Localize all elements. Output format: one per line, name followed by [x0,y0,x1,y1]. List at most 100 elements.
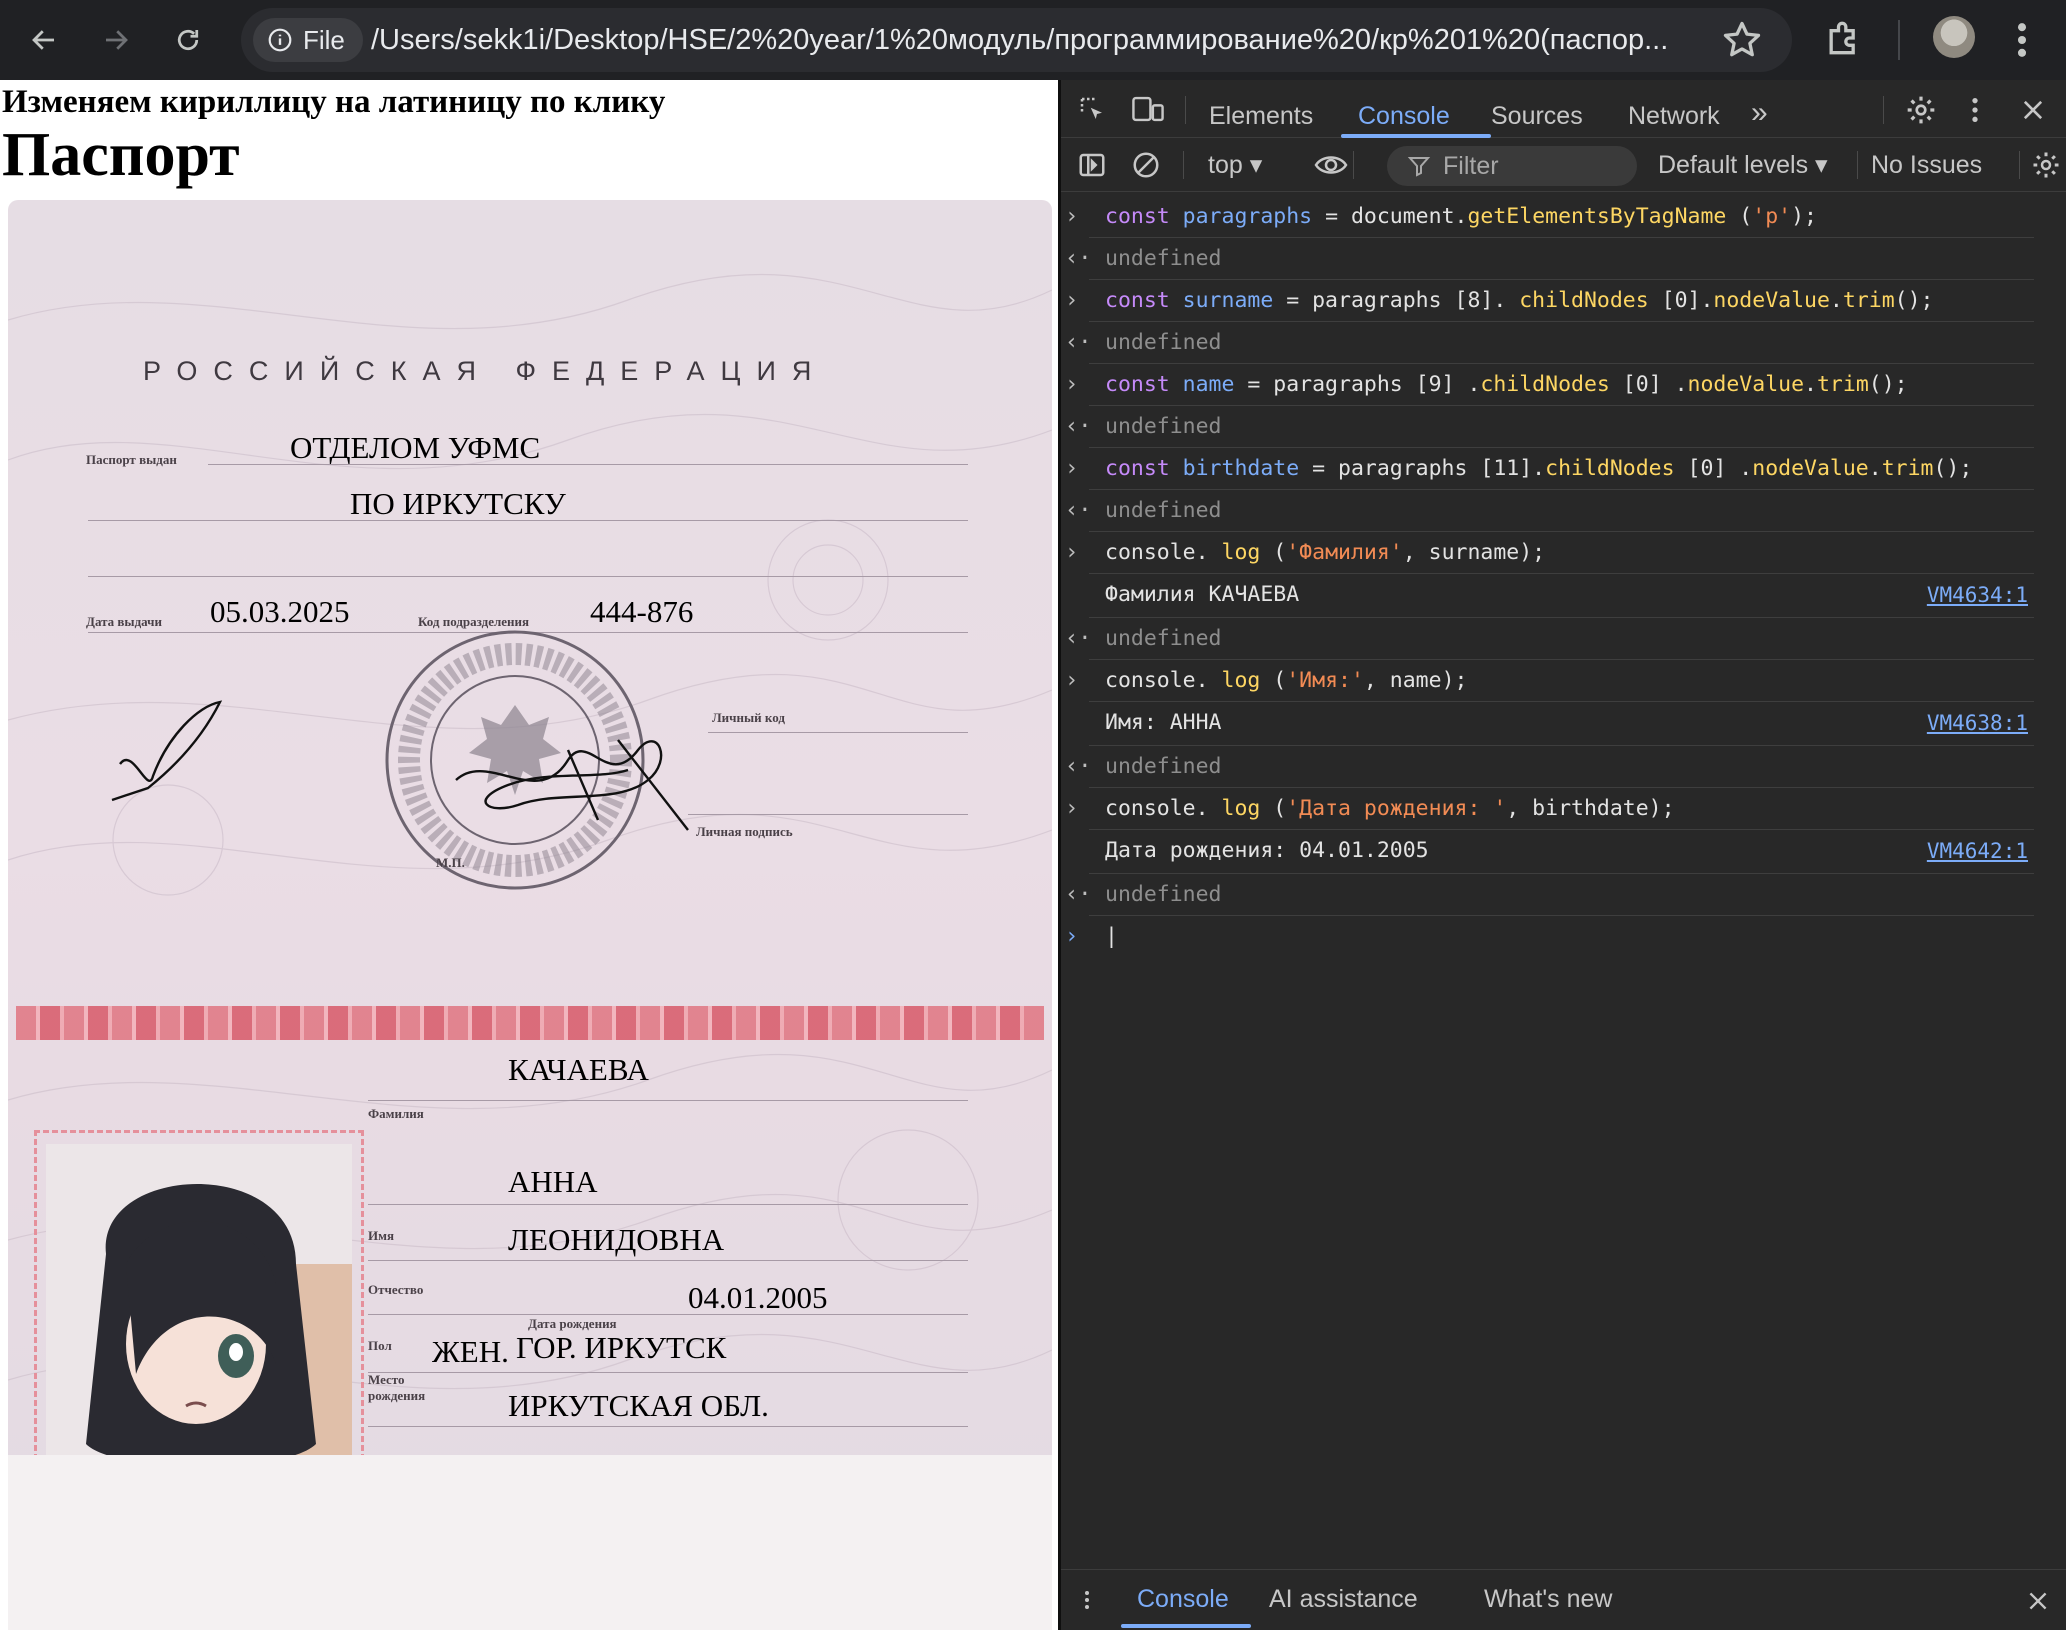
console-text: Имя: АННА [1105,702,1222,744]
passport-image[interactable]: РОССИЙСКАЯ ФЕДЕРАЦИЯ Паспорт выдан ОТДЕЛ… [8,200,1052,1630]
console-input-line: › const surname = paragraphs [8]. childNo… [1065,280,2034,322]
console-text: console. log ('Фамилия', surname); [1105,532,1545,574]
drawer-menu-icon[interactable] [1081,1586,1093,1614]
back-button[interactable] [20,16,68,64]
inspect-element-icon[interactable] [1077,94,1107,124]
console-output-line: Дата рождения: 04.01.2005 VM4642:1 [1089,830,2034,874]
code-token: const [1105,372,1183,397]
issue-date: 05.03.2025 [210,594,350,629]
prompt-chevron-icon: › [1065,796,1079,821]
prompt-chevron-icon: › [1065,924,1079,949]
issues-counter[interactable]: No Issues [1871,138,1982,192]
birth-place-label: Место рождения [368,1372,426,1403]
live-expression-eye-icon[interactable] [1313,150,1349,180]
return-arrow-icon: ‹· [1065,330,1092,355]
code-token: childNodes [1480,372,1610,397]
clear-console-icon[interactable] [1131,150,1161,180]
console-return-line: ‹· undefined [1065,746,2034,788]
code-token: . [1868,456,1882,481]
devtools-tabbar: Elements Console Sources Network » [1061,80,2066,138]
issued-by-line2: ПО ИРКУТСКУ [350,486,566,521]
url-text[interactable]: /Users/sekk1i/Desktop/HSE/2%20year/1%20м… [371,8,1711,72]
close-drawer-icon[interactable] [2025,1588,2051,1614]
code-token: ( [1260,796,1287,821]
mp-label: М.П. [436,855,465,870]
form-line [368,1100,968,1101]
console-return-line: ‹· undefined [1065,406,2034,448]
address-bar[interactable]: File /Users/sekk1i/Desktop/HSE/2%20year/… [241,8,1792,72]
console-return-line: ‹· undefined [1065,874,2034,916]
code-token: Имя: АННА [1105,710,1222,735]
source-link[interactable]: VM4634:1 [1927,574,2028,616]
devtools-menu-icon[interactable] [1967,94,1983,126]
patronymic-label: Отчество [368,1282,424,1297]
toolbar-separator [2019,151,2020,179]
console-input-line: › console. log ('Имя:', name); [1065,660,2034,702]
arrow-left-icon [32,30,54,50]
code-token: [0] . [1674,456,1753,481]
tab-sources[interactable]: Sources [1491,80,1583,138]
log-levels-dropdown[interactable]: Default levels ▾ [1658,138,1828,192]
code-token: (); [1933,456,1973,481]
console-text: undefined [1105,322,1222,364]
console-input-line: › console. log ('Фамилия', surname); [1065,532,2034,574]
profile-avatar[interactable] [1933,16,1975,58]
console-prompt-line[interactable]: › | [1065,916,2066,958]
code-token: = paragraphs [8]. [1273,288,1520,313]
tab-console[interactable]: Console [1358,80,1450,138]
code-token: 'Фамилия' [1286,540,1403,565]
console-text: const birthdate = paragraphs [11].childN… [1105,448,1972,490]
birth-date-value: 04.01.2005 [688,1280,828,1315]
return-arrow-icon: ‹· [1065,246,1092,271]
console-filter-input[interactable]: Filter [1387,146,1637,186]
sidebar-toggle-icon[interactable] [1077,150,1107,180]
prompt-chevron-icon: › [1065,668,1079,693]
console-output[interactable]: › const paragraphs = document.getElements… [1061,196,2066,958]
console-input-line: › console. log ('Дата рождения: ', birthd… [1065,788,2034,830]
tab-network[interactable]: Network [1628,80,1720,138]
forward-button[interactable] [92,16,140,64]
code-token: 'Дата рождения: ' [1286,796,1507,821]
more-tabs-button[interactable]: » [1751,80,1768,138]
source-link[interactable]: VM4642:1 [1927,830,2028,872]
site-info-chip[interactable]: File [253,18,363,62]
settings-gear-icon[interactable] [1905,94,1937,126]
console-text: undefined [1105,406,1222,448]
issued-by-line1: ОТДЕЛОМ УФМС [290,430,541,465]
console-settings-icon[interactable] [2031,150,2061,180]
source-link[interactable]: VM4638:1 [1927,702,2028,744]
code-token: undefined [1105,246,1222,271]
code-token: name [1182,372,1235,397]
code-token: paragraphs [1182,204,1313,229]
tab-elements[interactable]: Elements [1209,80,1313,138]
code-token: ( [1726,204,1753,229]
code-token: log [1221,668,1261,693]
issue-date-label: Дата выдачи [86,614,162,629]
passport-country: РОССИЙСКАЯ ФЕДЕРАЦИЯ [143,356,828,386]
extensions-button[interactable] [1822,16,1866,65]
close-devtools-icon[interactable] [2019,96,2047,124]
code-token: log [1221,540,1261,565]
page-subheading: Изменяем кириллицу на латиницу по клику [2,84,666,120]
code-token: log [1221,796,1261,821]
context-selector[interactable]: top ▾ [1208,138,1262,192]
reload-button[interactable] [164,16,212,64]
bookmark-button[interactable] [1720,18,1764,67]
code-token: Дата рождения: 04.01.2005 [1105,838,1429,863]
surname-label: Фамилия [368,1106,424,1121]
code-token: birthdate [1182,456,1300,481]
drawer-tab-whats-new[interactable]: What's new [1484,1570,1612,1630]
personal-signature-label: Личная подпись [696,824,793,839]
browser-toolbar: File /Users/sekk1i/Desktop/HSE/2%20year/… [0,0,2066,80]
toolbar-separator [1353,151,1354,179]
browser-menu-button[interactable] [2010,18,2034,67]
code-token: surname [1182,288,1274,313]
drawer-tab-console[interactable]: Console [1137,1570,1229,1630]
code-token: , name); [1363,668,1468,693]
toolbar-separator [1857,151,1858,179]
device-toolbar-icon[interactable] [1131,94,1165,124]
form-line [368,1426,968,1427]
drawer-tab-ai-assistance[interactable]: AI assistance [1269,1570,1418,1630]
issuer-signature [111,700,223,802]
console-text: const surname = paragraphs [8]. childNod… [1105,280,1934,322]
